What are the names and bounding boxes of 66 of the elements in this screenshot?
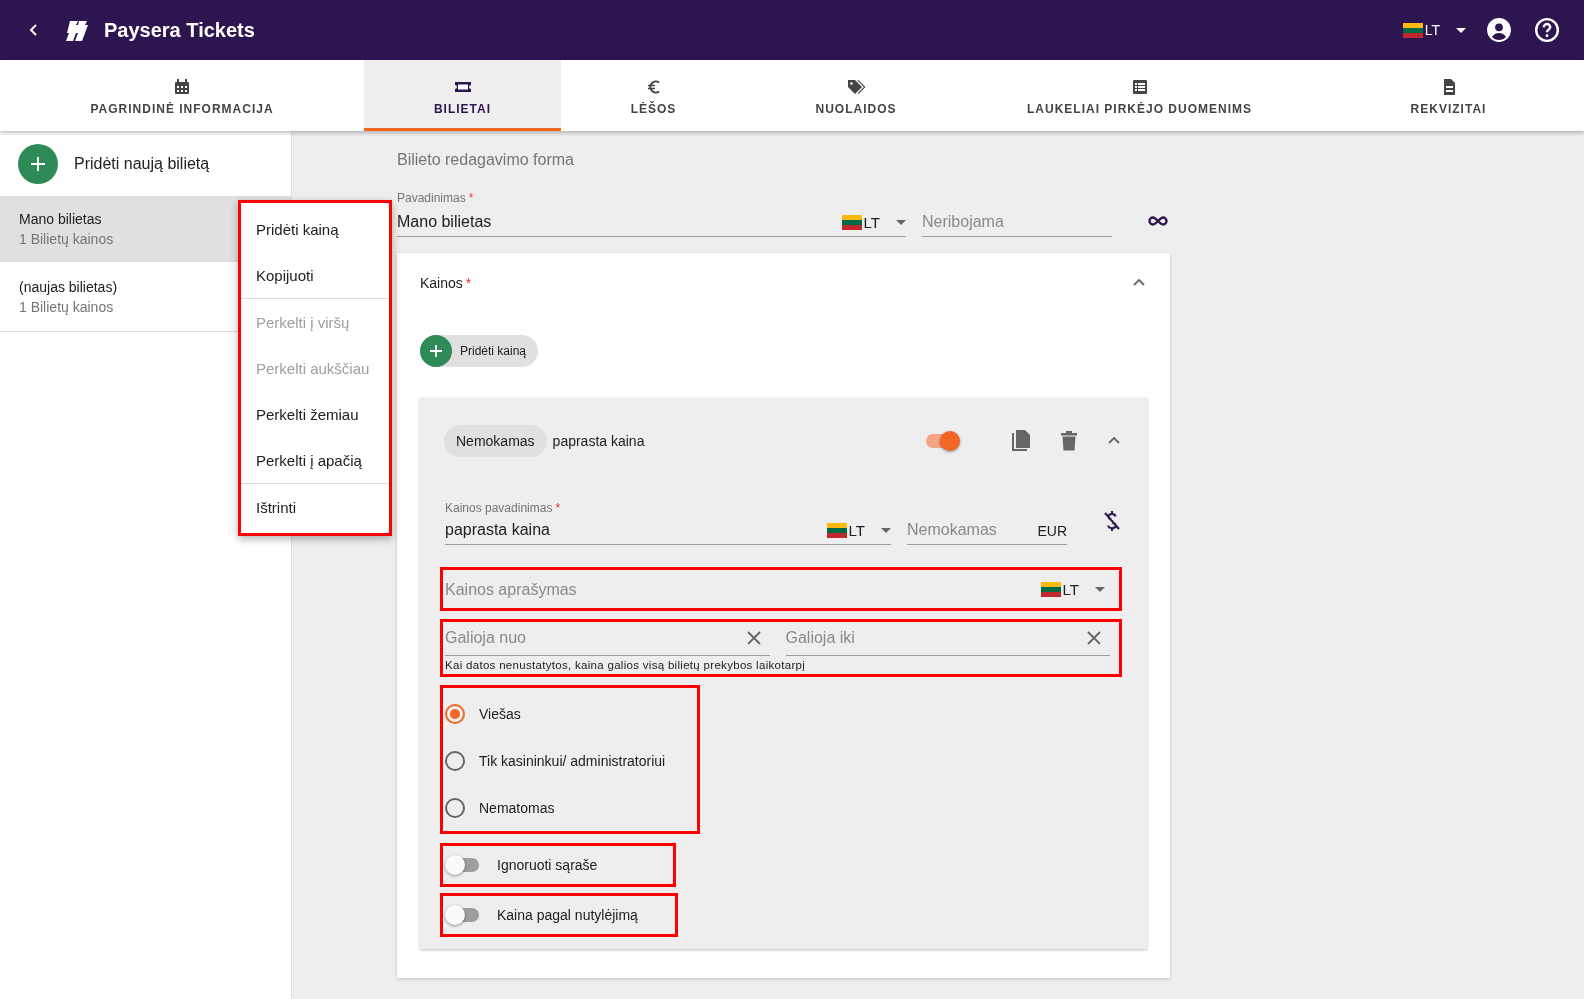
- flag-icon: [826, 523, 847, 538]
- calendar-icon: [173, 77, 191, 96]
- copy-icon[interactable]: [1010, 429, 1032, 453]
- radio-option[interactable]: Viešas: [445, 690, 521, 737]
- tab[interactable]: BILIETAI: [364, 60, 561, 131]
- clear-icon[interactable]: [745, 630, 762, 646]
- language-select[interactable]: LT: [841, 214, 906, 231]
- description-field[interactable]: Kainos aprašymas LT: [445, 580, 1105, 604]
- infinity-icon[interactable]: [1148, 215, 1168, 227]
- switch[interactable]: [445, 855, 481, 875]
- amount-field[interactable]: Nemokamas EUR: [907, 517, 1067, 545]
- flag-icon: [841, 215, 862, 230]
- price-type-chip: Nemokamas: [444, 425, 547, 457]
- add-price-button[interactable]: Pridėti kainą: [420, 335, 539, 367]
- radio-option[interactable]: Tik kasininkui/ administratoriui: [445, 737, 666, 784]
- caret-icon: [896, 220, 906, 225]
- plus-icon: [429, 344, 443, 358]
- language-select[interactable]: LT: [1402, 22, 1466, 38]
- caret-icon: [1456, 27, 1466, 33]
- price-name: paprasta kaina: [552, 433, 646, 449]
- name-field[interactable]: Pavadinimas * Mano bilietas LT: [397, 191, 906, 237]
- hint-text: Kai datos nenustatytos, kaina galios visą bilietų prekybos laikotarpį: [445, 659, 807, 671]
- panel-title: Kainos *: [420, 275, 472, 291]
- radio-option[interactable]: Nematomas: [445, 784, 555, 831]
- tab[interactable]: LĖŠOS: [561, 60, 746, 131]
- add-ticket-button[interactable]: Pridėti naują bilietą: [0, 131, 291, 196]
- flag-icon: [1402, 22, 1423, 38]
- delete-icon[interactable]: [1060, 430, 1078, 452]
- radio-label: Tik kasininkui/ administratoriui: [479, 752, 666, 769]
- form-heading: Bilieto redagavimo forma: [397, 151, 575, 169]
- menu-item[interactable]: Perkelti žemiau: [241, 391, 389, 437]
- language-select[interactable]: LT: [1040, 581, 1105, 598]
- tab[interactable]: NUOLAIDOS: [746, 60, 966, 131]
- ticket-name: Mano bilietas: [19, 210, 103, 227]
- price-name-field[interactable]: Kainos pavadinimas * paprasta kaina LT: [445, 501, 891, 545]
- radio-button[interactable]: [445, 703, 465, 724]
- field-label: Kainos pavadinimas *: [445, 501, 561, 515]
- money-off-icon[interactable]: [1103, 511, 1121, 531]
- radio-label: Viešas: [479, 705, 521, 722]
- menu-item[interactable]: Perkelti į apačią: [241, 437, 389, 483]
- plus-icon: [29, 154, 47, 173]
- tags-icon: [847, 77, 865, 96]
- ticket-name: (naujas bilietas): [19, 278, 119, 295]
- flag-icon: [1040, 582, 1061, 597]
- app-title: Paysera Tickets: [104, 18, 255, 42]
- field-label: Pavadinimas *: [397, 191, 474, 205]
- caret-icon: [1095, 587, 1105, 592]
- language-select[interactable]: LT: [826, 522, 891, 539]
- tab[interactable]: PAGRINDINĖ INFORMACIJA: [0, 60, 364, 131]
- switch-label: Ignoruoti sąraše: [497, 857, 598, 873]
- tab[interactable]: LAUKELIAI PIRKĖJO DUOMENIMS: [966, 60, 1313, 131]
- radio-button[interactable]: [445, 750, 465, 771]
- enable-toggle[interactable]: [924, 431, 960, 451]
- switch-label: Kaina pagal nutylėjimą: [497, 907, 638, 923]
- list-icon: [1130, 77, 1149, 96]
- ticket-subtitle: 1 Bilietų kainos: [19, 230, 115, 247]
- radio-label: Nematomas: [479, 799, 555, 816]
- radio-button[interactable]: [445, 797, 465, 818]
- account-icon[interactable]: [1486, 17, 1512, 43]
- clear-icon[interactable]: [1086, 630, 1102, 646]
- help-icon[interactable]: [1534, 17, 1560, 43]
- switch[interactable]: [445, 905, 481, 925]
- tab[interactable]: REKVIZITAI: [1313, 60, 1584, 131]
- menu-item[interactable]: Ištrinti: [241, 484, 389, 530]
- caret-icon: [881, 528, 891, 533]
- ticket-subtitle: 1 Bilietų kainos: [19, 298, 115, 315]
